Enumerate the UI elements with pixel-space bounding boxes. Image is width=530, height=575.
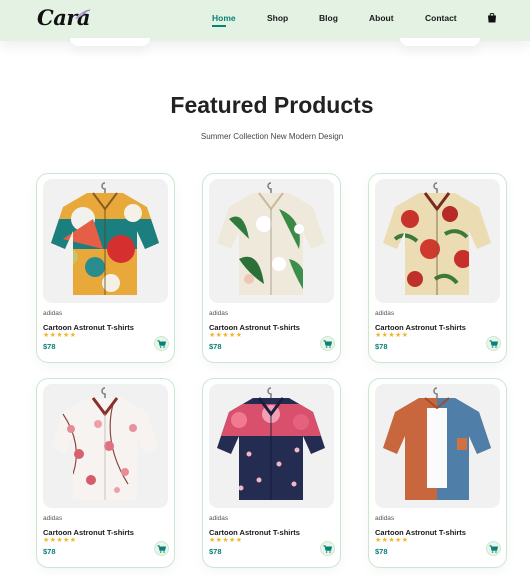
nav-home[interactable]: Home [212, 13, 236, 23]
nav-blog[interactable]: Blog [319, 13, 338, 23]
section-subtitle: Summer Collection New Modern Design [200, 132, 344, 141]
site-header: Cara Home Shop Blog About Contact [0, 0, 530, 41]
product-image[interactable] [209, 384, 334, 508]
product-card[interactable]: adidas Cartoon Astronut T-shirts ★★★★★ $… [368, 173, 507, 363]
product-image[interactable] [209, 179, 334, 303]
product-image[interactable] [375, 384, 500, 508]
product-brand: adidas [209, 515, 229, 522]
rating-stars: ★★★★★ [43, 332, 77, 339]
product-card[interactable]: adidas Cartoon Astronut T-shirts ★★★★★ $… [36, 378, 175, 568]
product-card[interactable]: adidas Cartoon Astronut T-shirts ★★★★★ $… [202, 173, 341, 363]
section-title: Featured Products [170, 92, 374, 118]
add-to-cart-button[interactable] [154, 336, 169, 351]
shirt-image [383, 182, 491, 295]
product-image[interactable] [43, 179, 168, 303]
product-brand: adidas [375, 515, 395, 522]
product-brand: adidas [43, 515, 63, 522]
product-price: $78 [209, 547, 222, 556]
nav-shop[interactable]: Shop [267, 13, 288, 23]
product-price: $78 [375, 547, 388, 556]
shirt-image [217, 182, 325, 295]
shopping-bag-icon[interactable] [487, 12, 497, 23]
cart-icon [489, 544, 498, 553]
product-card[interactable]: adidas Cartoon Astronut T-shirts ★★★★★ $… [368, 378, 507, 568]
nav-contact[interactable]: Contact [425, 13, 457, 23]
nav-about[interactable]: About [369, 13, 394, 23]
cart-icon [323, 544, 332, 553]
add-to-cart-button[interactable] [486, 336, 501, 351]
shirt-image [217, 387, 325, 500]
product-price: $78 [209, 342, 222, 351]
add-to-cart-button[interactable] [320, 541, 335, 556]
product-price: $78 [43, 342, 56, 351]
cart-icon [323, 339, 332, 348]
cart-icon [157, 544, 166, 553]
shirt-image [51, 387, 159, 500]
product-image[interactable] [43, 384, 168, 508]
shirt-image [383, 387, 491, 500]
header-shadow-tab [400, 38, 480, 46]
cart-icon [157, 339, 166, 348]
rating-stars: ★★★★★ [375, 537, 409, 544]
rating-stars: ★★★★★ [209, 537, 243, 544]
rating-stars: ★★★★★ [375, 332, 409, 339]
product-image[interactable] [375, 179, 500, 303]
rating-stars: ★★★★★ [43, 537, 77, 544]
add-to-cart-button[interactable] [486, 541, 501, 556]
product-price: $78 [43, 547, 56, 556]
product-brand: adidas [375, 310, 395, 317]
shirt-image [51, 182, 159, 295]
add-to-cart-button[interactable] [320, 336, 335, 351]
nav-active-underline [212, 25, 226, 27]
product-brand: adidas [43, 310, 63, 317]
product-card[interactable]: adidas Cartoon Astronut T-shirts ★★★★★ $… [36, 173, 175, 363]
leaf-icon [75, 9, 91, 19]
product-card[interactable]: adidas Cartoon Astronut T-shirts ★★★★★ $… [202, 378, 341, 568]
header-shadow-tab [70, 38, 150, 46]
cart-icon [489, 339, 498, 348]
add-to-cart-button[interactable] [154, 541, 169, 556]
rating-stars: ★★★★★ [209, 332, 243, 339]
product-price: $78 [375, 342, 388, 351]
product-brand: adidas [209, 310, 229, 317]
